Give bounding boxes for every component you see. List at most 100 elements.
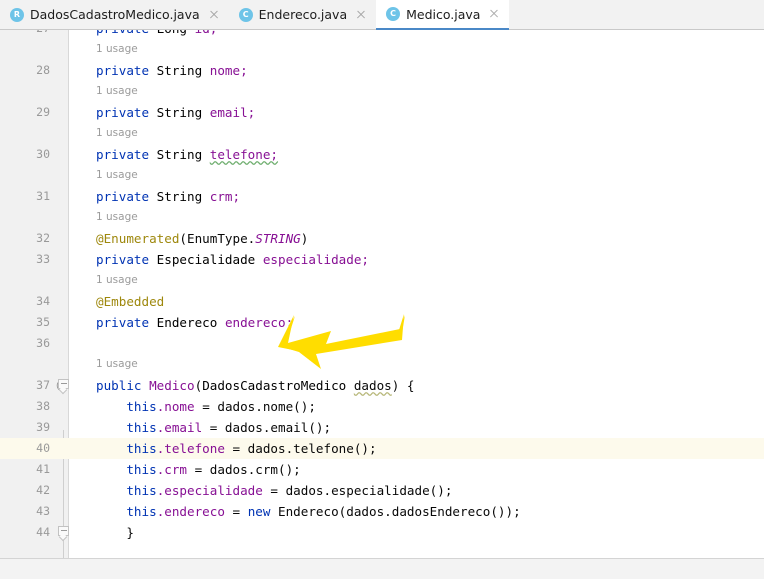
code-line[interactable]: 28 private String nome;	[0, 60, 764, 81]
line-number: 38	[36, 399, 50, 413]
fold-collapse-icon[interactable]	[58, 526, 69, 542]
code-line[interactable]: 39 this.email = dados.email();	[0, 417, 764, 438]
code-text: public Medico(DadosCadastroMedico dados)…	[96, 375, 415, 396]
token-type: String	[156, 105, 203, 120]
code-line[interactable]: 31 private String crm;	[0, 186, 764, 207]
token-keyword: this	[126, 399, 157, 414]
code-line[interactable]: 30 private String telefone;	[0, 144, 764, 165]
line-number: 32	[36, 231, 50, 245]
close-icon[interactable]	[488, 8, 500, 20]
usage-hint[interactable]: 1 usage	[96, 165, 138, 186]
code-line[interactable]: 41 this.crm = dados.crm();	[0, 459, 764, 480]
code-line[interactable]: 35 private Endereco endereco;	[0, 312, 764, 333]
token-expression: = dados.nome();	[194, 399, 316, 414]
close-icon[interactable]	[355, 9, 367, 21]
token-keyword: private	[96, 30, 149, 36]
inlay-hint-row: 1 usage	[0, 123, 764, 144]
token-keyword: this	[126, 462, 157, 477]
fold-collapse-icon[interactable]	[58, 379, 69, 395]
code-line[interactable]: 44 }	[0, 522, 764, 543]
tab-label: Endereco.java	[258, 7, 348, 22]
inlay-hint-row: 1 usage	[0, 81, 764, 102]
close-icon[interactable]	[208, 9, 220, 21]
token-field: .telefone	[156, 441, 225, 456]
editor-tab-bar: DadosCadastroMedico.java Endereco.java M…	[0, 0, 764, 30]
token-field: telefone;	[209, 147, 279, 162]
tab-medico[interactable]: Medico.java	[376, 0, 510, 30]
tab-label: DadosCadastroMedico.java	[30, 7, 200, 22]
token-type: DadosCadastroMedico	[202, 378, 347, 393]
token-expression: = dados.crm();	[187, 462, 301, 477]
token-expression: = dados.especialidade();	[262, 483, 453, 498]
inlay-hint-row: 1 usage	[0, 354, 764, 375]
code-text: private String email;	[96, 102, 255, 123]
usage-hint[interactable]: 1 usage	[96, 270, 138, 291]
line-number: 29	[36, 105, 50, 119]
code-text: this.email = dados.email();	[96, 417, 331, 438]
code-text: @Embedded	[96, 291, 164, 312]
token-punct: ) {	[391, 378, 415, 393]
code-text: this.crm = dados.crm();	[96, 459, 301, 480]
token-keyword: private	[96, 252, 150, 267]
token-type: Especialidade	[156, 252, 256, 267]
line-number: 36	[36, 336, 50, 350]
code-line[interactable]: 42 this.especialidade = dados.especialid…	[0, 480, 764, 501]
token-type: Endereco	[156, 315, 218, 330]
code-text: this.telefone = dados.telefone();	[96, 438, 376, 459]
ide-window: DadosCadastroMedico.java Endereco.java M…	[0, 0, 764, 579]
code-line[interactable]: 32 @Enumerated(EnumType.STRING)	[0, 228, 764, 249]
code-line[interactable]: 27 private Long id;	[0, 30, 764, 39]
token-field: nome;	[209, 63, 248, 78]
code-rows: 27 private Long id; 1 usage 28 private S…	[0, 30, 764, 543]
line-number: 27	[0, 30, 50, 39]
code-line[interactable]: 38 this.nome = dados.nome();	[0, 396, 764, 417]
line-number: 44	[36, 525, 50, 539]
token-constructor: Medico	[149, 378, 195, 393]
line-number: 30	[36, 147, 50, 161]
code-line[interactable]: 43 this.endereco = new Endereco(dados.da…	[0, 501, 764, 522]
tab-dados-cadastro-medico[interactable]: DadosCadastroMedico.java	[0, 0, 229, 29]
token-keyword: private	[96, 147, 150, 162]
code-line[interactable]: 33 private Especialidade especialidade;	[0, 249, 764, 270]
usage-hint[interactable]: 1 usage	[96, 39, 138, 60]
record-icon	[10, 7, 24, 22]
token-field: especialidade;	[262, 252, 369, 267]
inlay-hint-row: 1 usage	[0, 270, 764, 291]
token-keyword: private	[96, 63, 150, 78]
tab-endereco[interactable]: Endereco.java	[229, 0, 376, 29]
token-punct: }	[126, 525, 134, 540]
token-field: .especialidade	[156, 483, 263, 498]
token-punct: )	[300, 231, 309, 246]
code-line-current[interactable]: 40 this.telefone = dados.telefone();	[0, 438, 764, 459]
token-parameter: dados	[353, 378, 392, 393]
token-field: .email	[156, 420, 203, 435]
token-expression: = dados.email();	[202, 420, 332, 435]
token-operator: =	[224, 504, 248, 519]
code-editor[interactable]: 27 private Long id; 1 usage 28 private S…	[0, 30, 764, 558]
inlay-hint-row: 1 usage	[0, 39, 764, 60]
code-line[interactable]: 29 private String email;	[0, 102, 764, 123]
token-field: id;	[195, 30, 218, 36]
token-expression: Endereco(dados.dadosEndereco());	[270, 504, 521, 519]
token-keyword: this	[126, 420, 157, 435]
usage-hint[interactable]: 1 usage	[96, 354, 138, 375]
status-bar	[0, 558, 764, 579]
token-annotation: @Enumerated	[96, 231, 180, 246]
code-text: this.especialidade = dados.especialidade…	[96, 480, 452, 501]
line-number: 37	[36, 378, 50, 392]
line-number: 43	[36, 504, 50, 518]
class-icon	[386, 7, 401, 21]
token-enum-constant: STRING	[255, 231, 301, 246]
usage-hint[interactable]: 1 usage	[96, 81, 138, 102]
usage-hint[interactable]: 1 usage	[96, 207, 138, 228]
token-field: crm;	[209, 189, 241, 204]
code-text: this.nome = dados.nome();	[96, 396, 316, 417]
token-type: String	[156, 189, 203, 204]
code-line[interactable]: 34 @Embedded	[0, 291, 764, 312]
code-line[interactable]: 37 @ public Medico(DadosCadastroMedico d…	[0, 375, 764, 396]
code-text: private Endereco endereco;	[96, 312, 293, 333]
code-text: private Especialidade especialidade;	[96, 249, 369, 270]
code-text: private Long id;	[96, 30, 217, 39]
code-line[interactable]: 36	[0, 333, 764, 354]
usage-hint[interactable]: 1 usage	[96, 123, 138, 144]
